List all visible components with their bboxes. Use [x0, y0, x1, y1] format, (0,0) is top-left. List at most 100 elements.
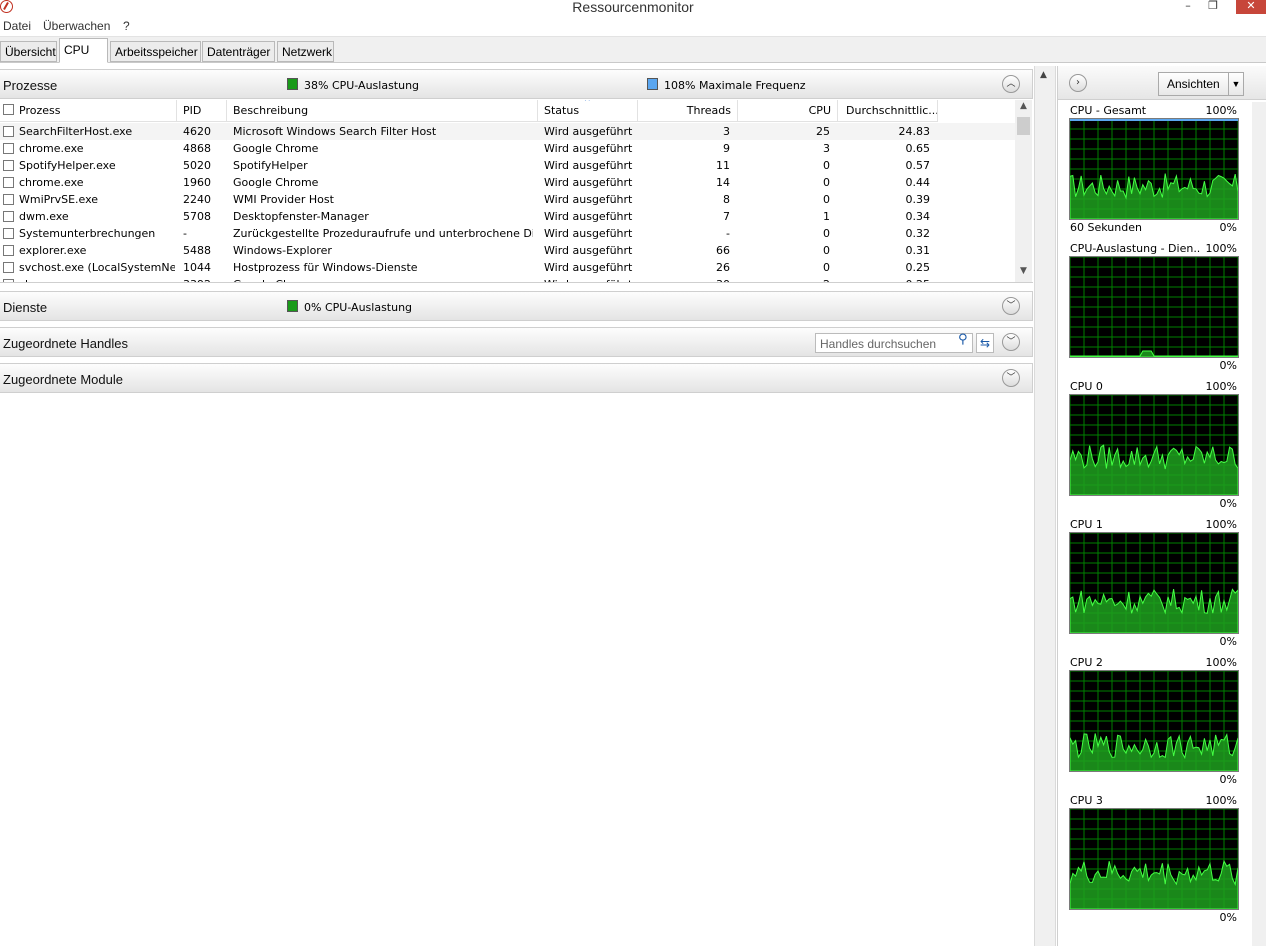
cell-process-name: explorer.exe [19, 244, 87, 257]
tab-datentraeger[interactable]: Datenträger [202, 41, 275, 62]
cell-pid: 1960 [183, 176, 211, 189]
column-header-description[interactable]: Beschreibung [227, 100, 538, 122]
splitter-up-icon[interactable]: ▲ [1040, 70, 1047, 80]
cell-threads: - [726, 227, 730, 240]
processes-vertical-scrollbar[interactable]: ▲ ▼ [1015, 100, 1032, 282]
expand-panel-icon[interactable]: › [1069, 74, 1087, 92]
column-header-process[interactable]: Prozess [0, 100, 177, 122]
cell-pid: 5708 [183, 210, 211, 223]
graph-max-label: 100% [1205, 380, 1237, 393]
cpu-usage-graph [1069, 394, 1239, 496]
scroll-down-icon[interactable]: ▼ [1015, 266, 1032, 282]
cell-cpu: 2 [738, 278, 830, 282]
collapse-processes-button[interactable]: ︿ [1002, 75, 1020, 93]
menu-help[interactable]: ? [123, 19, 130, 33]
select-all-checkbox[interactable] [3, 104, 14, 115]
table-row[interactable]: Systemunterbrechungen - Zurückgestellte Pr… [0, 225, 1015, 242]
row-checkbox[interactable] [3, 245, 14, 256]
row-checkbox[interactable] [3, 194, 14, 205]
expand-services-button[interactable]: ﹀ [1002, 297, 1020, 315]
processes-cpu-usage: 38% CPU-Auslastung [304, 79, 420, 92]
cell-cpu: 0 [823, 193, 830, 206]
menu-datei[interactable]: Datei [3, 19, 31, 33]
cell-average-cpu: 0.57 [905, 159, 931, 172]
cell-description: Zurückgestellte Prozeduraufrufe und unte… [233, 227, 533, 240]
scroll-thumb[interactable] [1017, 117, 1030, 135]
cell-pid: 5020 [183, 159, 211, 172]
tab-cpu[interactable]: CPU [59, 38, 108, 63]
tab-netzwerk[interactable]: Netzwerk [277, 41, 334, 62]
table-row[interactable]: svchost.exe (LocalSystemNet... 1044 Hostpr… [0, 259, 1015, 276]
cell-description: Microsoft Windows Search Filter Host [233, 125, 437, 138]
graph-min-label: 0% [1219, 911, 1237, 924]
search-icon[interactable]: ⚲ [958, 332, 968, 347]
graph-title: CPU 2 [1070, 656, 1103, 669]
cell-process-name: Systemunterbrechungen [19, 227, 156, 240]
table-row[interactable]: chrome.exe 4868 Google Chrome Wird ausgefüh… [0, 140, 1015, 157]
graphs-scrollbar[interactable] [1252, 102, 1266, 946]
refresh-search-icon[interactable]: ⇆ [976, 333, 994, 353]
cell-status: Wird ausgeführt [544, 210, 633, 223]
cell-average-cpu: 0.32 [905, 227, 931, 240]
close-button[interactable]: ✕ [1236, 0, 1266, 14]
row-checkbox[interactable] [3, 279, 14, 282]
row-checkbox[interactable] [3, 262, 14, 273]
cell-pid: 4868 [183, 142, 211, 155]
processes-section-header[interactable]: Prozesse 38% CPU-Auslastung 108% Maximal… [0, 69, 1033, 99]
row-checkbox[interactable] [3, 211, 14, 222]
tab-arbeitsspeicher[interactable]: Arbeitsspeicher [110, 41, 201, 62]
cell-status: Wird ausgeführt [544, 125, 633, 138]
cell-process-name: SearchFilterHost.exe [19, 125, 133, 138]
cpu-details-area: Prozesse 38% CPU-Auslastung 108% Maximal… [0, 66, 1034, 946]
cell-description: Google Chrome [233, 278, 533, 282]
cell-pid: 4620 [183, 125, 211, 138]
cpu-legend-icon [287, 78, 298, 90]
cell-description: WMI Provider Host [233, 193, 334, 206]
cell-cpu: 0 [823, 261, 830, 274]
minimize-button[interactable]: – [1175, 0, 1201, 14]
cpu-usage-area [1070, 588, 1238, 633]
maximize-button[interactable]: ❐ [1200, 0, 1226, 14]
views-dropdown-button[interactable]: Ansichten ▼ [1158, 72, 1244, 96]
column-header-threads[interactable]: Threads [638, 100, 738, 122]
handles-search-input[interactable]: Handles durchsuchen [815, 333, 973, 353]
cell-threads: 66 [716, 244, 730, 257]
column-header-pid[interactable]: PID [177, 100, 227, 122]
cell-description: Google Chrome [233, 176, 319, 189]
menu-ueberwachen[interactable]: Überwachen [43, 19, 110, 33]
scroll-up-icon[interactable]: ▲ [1015, 101, 1032, 117]
row-checkbox[interactable] [3, 177, 14, 188]
modules-section-header[interactable]: Zugeordnete Module ﹀ [0, 363, 1033, 393]
column-header-status[interactable]: Status ^ [538, 100, 638, 122]
row-checkbox[interactable] [3, 160, 14, 171]
cell-status: Wird ausgeführt [544, 261, 633, 274]
row-checkbox[interactable] [3, 143, 14, 154]
table-row[interactable]: chrome.exe 3392 Google Chrome Wird ausgefüh… [0, 276, 1015, 282]
table-row[interactable]: chrome.exe 1960 Google Chrome Wird ausgefüh… [0, 174, 1015, 191]
services-section-header[interactable]: Dienste 0% CPU-Auslastung ﹀ [0, 291, 1033, 321]
tab-uebersicht[interactable]: Übersicht [0, 41, 57, 62]
cell-average-cpu: 0.39 [905, 193, 931, 206]
cpu-usage-graph [1069, 118, 1239, 220]
table-row[interactable]: SearchFilterHost.exe 4620 Microsoft Window… [0, 123, 1015, 140]
row-checkbox[interactable] [3, 126, 14, 137]
column-header-average-cpu[interactable]: Durchschnittlic... [838, 100, 938, 122]
handles-section-header[interactable]: Zugeordnete Handles Handles durchsuchen … [0, 327, 1033, 357]
table-row[interactable]: dwm.exe 5708 Desktopfenster-Manager Wird au… [0, 208, 1015, 225]
table-row[interactable]: WmiPrvSE.exe 2240 WMI Provider Host Wird au… [0, 191, 1015, 208]
graph-min-label: 0% [1219, 773, 1237, 786]
cell-threads: 7 [723, 210, 730, 223]
expand-modules-button[interactable]: ﹀ [1002, 369, 1020, 387]
expand-handles-button[interactable]: ﹀ [1002, 333, 1020, 351]
table-row[interactable]: SpotifyHelper.exe 5020 SpotifyHelper Wird a… [0, 157, 1015, 174]
cell-description: Google Chrome [233, 142, 319, 155]
table-row[interactable]: explorer.exe 5488 Windows-Explorer Wird aus… [0, 242, 1015, 259]
row-checkbox[interactable] [3, 228, 14, 239]
cpu-graph-block: CPU 0 100% 0% [1058, 380, 1248, 512]
graph-max-label: 100% [1205, 794, 1237, 807]
column-header-cpu[interactable]: CPU [738, 100, 838, 122]
panel-splitter[interactable]: ▲ [1034, 66, 1056, 946]
graph-min-label: 0% [1219, 221, 1237, 234]
cell-process-name: dwm.exe [19, 210, 69, 223]
cell-average-cpu: 0.34 [905, 210, 931, 223]
